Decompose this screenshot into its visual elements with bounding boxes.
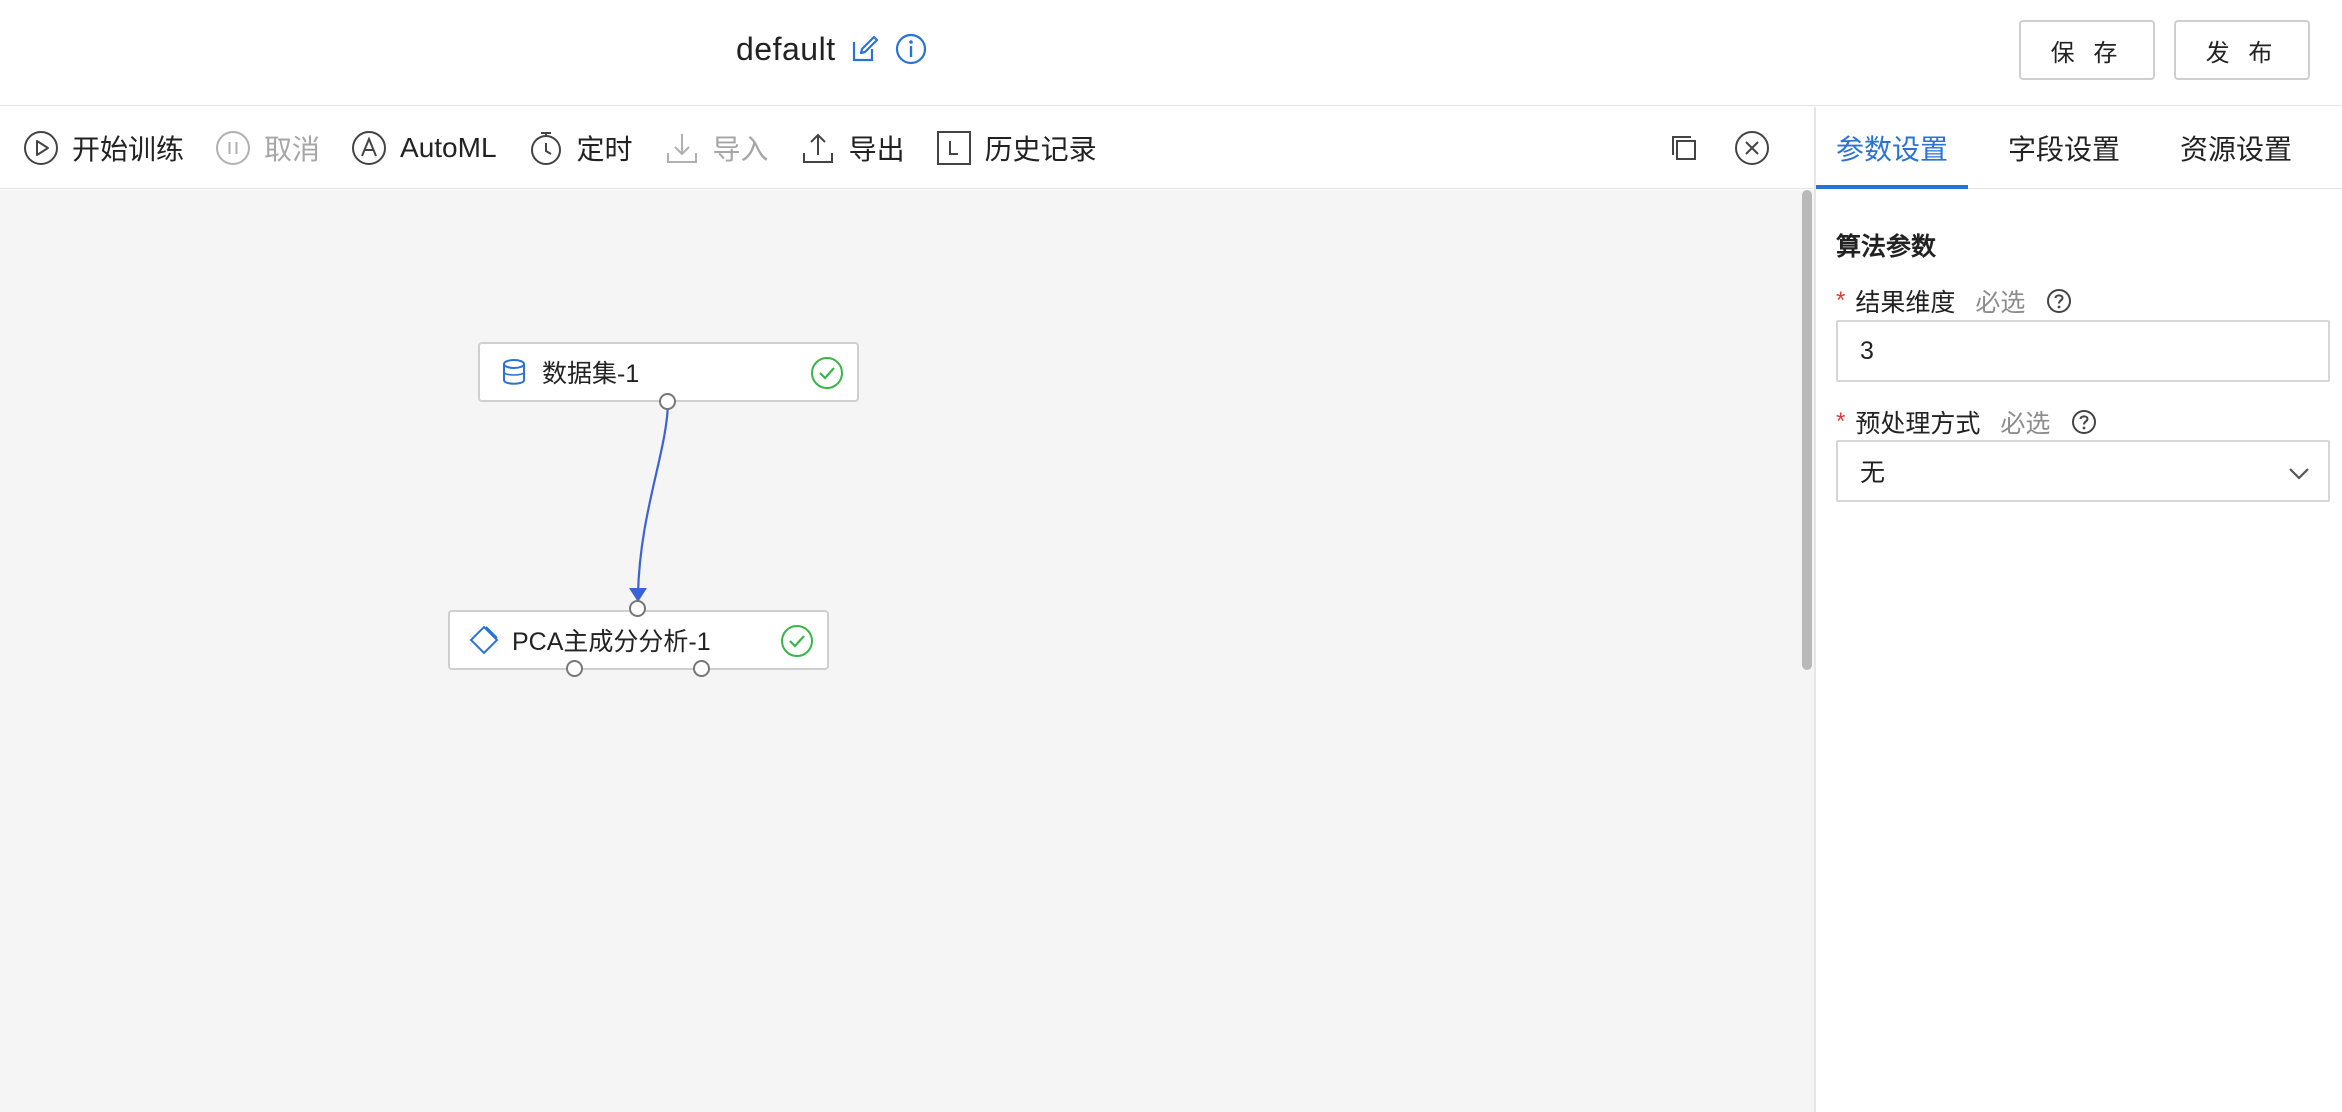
required-hint: 必选	[2000, 410, 2051, 438]
success-check-icon	[779, 623, 815, 659]
algorithm-icon	[468, 624, 500, 656]
cancel-label: 取消	[264, 133, 321, 165]
toolbar-right	[1664, 107, 1772, 189]
top-header: default 保 存 发 布	[0, 0, 2342, 106]
help-icon[interactable]	[2045, 287, 2073, 315]
preprocessing-select[interactable]: 无	[1836, 440, 2330, 502]
close-icon[interactable]	[1732, 128, 1772, 168]
required-mark: *	[1836, 287, 1846, 314]
node-label: 数据集-1	[542, 360, 640, 388]
timer-icon	[527, 129, 565, 167]
canvas-node-pca[interactable]: PCA主成分分析-1	[448, 610, 829, 670]
pause-icon	[214, 129, 252, 167]
import-button[interactable]: 导入	[663, 118, 769, 178]
tab-resource-settings[interactable]: 资源设置	[2160, 107, 2312, 188]
section-title: 算法参数	[1836, 233, 1937, 261]
cancel-button[interactable]: 取消	[214, 118, 320, 178]
help-icon[interactable]	[2070, 408, 2098, 436]
chevron-down-icon	[2284, 458, 2314, 488]
info-icon[interactable]	[894, 32, 928, 66]
edge-layer	[629, 399, 670, 602]
automl-button[interactable]: AutoML	[350, 118, 497, 178]
required-hint: 必选	[1975, 289, 2026, 317]
input-port[interactable]	[629, 600, 646, 617]
automl-icon	[350, 129, 388, 167]
save-button[interactable]: 保 存	[2019, 20, 2155, 80]
toolbar: 开始训练 取消 AutoML 定时 导入 导出 历史记录	[0, 107, 1814, 189]
start-training-label: 开始训练	[72, 133, 185, 165]
output-port[interactable]	[566, 660, 583, 677]
edit-icon[interactable]	[848, 32, 882, 66]
database-icon	[498, 356, 530, 388]
result-dimension-input[interactable]: 3	[1836, 320, 2330, 382]
download-icon	[663, 129, 701, 167]
field-label-text: 预处理方式	[1855, 410, 1981, 438]
output-port[interactable]	[693, 660, 710, 677]
field-label-text: 结果维度	[1855, 289, 1956, 317]
export-button[interactable]: 导出	[799, 118, 905, 178]
field-label-preprocessing: * 预处理方式 必选	[1836, 404, 2098, 440]
automl-label: AutoML	[400, 131, 497, 163]
title-area: default	[736, 26, 928, 72]
required-mark: *	[1836, 408, 1846, 435]
success-check-icon	[809, 355, 845, 391]
schedule-label: 定时	[576, 133, 633, 165]
tab-parameter-settings[interactable]: 参数设置	[1816, 107, 1968, 189]
select-value: 无	[1860, 459, 1886, 487]
copy-icon[interactable]	[1664, 128, 1704, 168]
page-title: default	[736, 30, 836, 67]
field-label-result-dimension: * 结果维度 必选	[1836, 283, 2073, 319]
start-training-button[interactable]: 开始训练	[22, 118, 184, 178]
node-label: PCA主成分分析-1	[512, 628, 711, 656]
tab-field-settings[interactable]: 字段设置	[1968, 107, 2160, 188]
workflow-canvas[interactable]: 数据集-1 PCA主成分分析-1	[0, 190, 1814, 1112]
publish-button[interactable]: 发 布	[2174, 20, 2310, 80]
edge-dataset-to-pca	[636, 399, 670, 595]
upload-icon	[799, 129, 837, 167]
history-icon	[935, 129, 973, 167]
history-button[interactable]: 历史记录	[935, 118, 1097, 178]
import-label: 导入	[712, 133, 769, 165]
settings-tabs: 参数设置 字段设置 资源设置	[1816, 107, 2342, 189]
export-label: 导出	[848, 133, 905, 165]
output-port[interactable]	[659, 393, 676, 410]
history-label: 历史记录	[984, 133, 1097, 165]
schedule-button[interactable]: 定时	[527, 118, 633, 178]
input-value: 3	[1860, 336, 1874, 365]
play-icon	[22, 129, 60, 167]
canvas-scrollbar[interactable]	[1802, 190, 1812, 670]
settings-panel: 参数设置 字段设置 资源设置 算法参数 * 结果维度 必选 3 * 预处理方式 …	[1816, 107, 2342, 1112]
